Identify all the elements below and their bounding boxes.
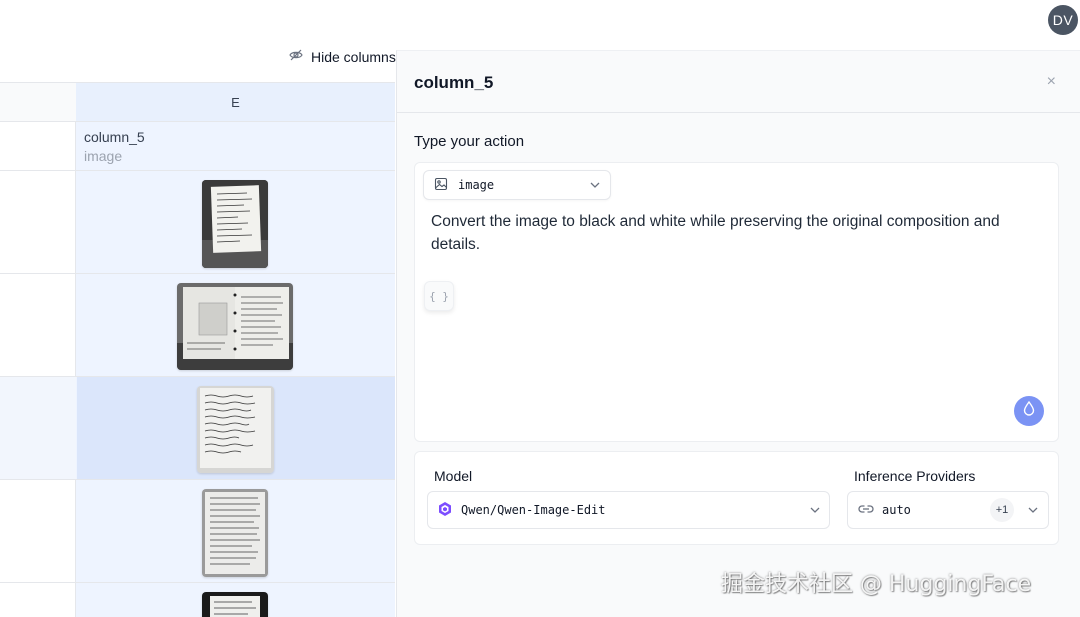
hide-columns-button[interactable]: Hide columns bbox=[289, 48, 396, 65]
user-avatar[interactable]: DV bbox=[1048, 5, 1078, 35]
qwen-logo-icon bbox=[437, 501, 453, 520]
column-name-row: column_5 image bbox=[0, 122, 395, 171]
table-row[interactable] bbox=[0, 377, 395, 480]
table-row[interactable] bbox=[0, 583, 395, 617]
panel-title: column_5 bbox=[414, 73, 494, 92]
extra-providers-badge: +1 bbox=[990, 498, 1014, 522]
column-name[interactable]: column_5 bbox=[84, 129, 145, 145]
table-row[interactable] bbox=[0, 274, 395, 377]
link-icon bbox=[858, 503, 874, 517]
run-button[interactable] bbox=[1014, 396, 1044, 426]
eye-off-icon bbox=[289, 48, 303, 65]
column-config-panel: column_5 × Type your action image Conver… bbox=[396, 50, 1080, 617]
image-thumbnail[interactable] bbox=[177, 283, 293, 370]
table-row[interactable] bbox=[0, 171, 395, 274]
table-row[interactable] bbox=[0, 480, 395, 583]
prompt-textarea[interactable]: Convert the image to black and white whi… bbox=[431, 210, 1041, 256]
provider-value: auto bbox=[882, 503, 911, 517]
data-grid: E column_5 image bbox=[0, 82, 395, 617]
drop-icon bbox=[1023, 400, 1035, 421]
hide-columns-label: Hide columns bbox=[311, 48, 396, 65]
model-select[interactable]: Qwen/Qwen-Image-Edit bbox=[427, 491, 830, 529]
output-type-value: image bbox=[458, 178, 495, 192]
panel-header: column_5 × bbox=[397, 51, 1080, 113]
grid-header: E bbox=[0, 82, 395, 122]
provider-select[interactable]: auto +1 bbox=[847, 491, 1049, 529]
close-icon[interactable]: × bbox=[1047, 73, 1056, 91]
header-cell-e[interactable]: E bbox=[76, 83, 395, 121]
column-type: image bbox=[84, 148, 123, 164]
chevron-down-icon bbox=[1028, 505, 1038, 516]
model-settings: Model Inference Providers Qwen/Qwen-Imag… bbox=[414, 451, 1059, 545]
action-label: Type your action bbox=[414, 133, 525, 150]
chevron-down-icon bbox=[590, 180, 600, 191]
watermark: 掘金技术社区 @ HuggingFace bbox=[721, 572, 1032, 597]
model-label: Model bbox=[434, 468, 473, 484]
chevron-down-icon bbox=[810, 505, 820, 516]
image-thumbnail[interactable] bbox=[202, 592, 268, 617]
providers-label: Inference Providers bbox=[854, 468, 976, 484]
image-thumbnail[interactable] bbox=[197, 386, 274, 473]
action-editor: image Convert the image to black and whi… bbox=[414, 162, 1059, 442]
image-thumbnail[interactable] bbox=[202, 489, 268, 577]
insert-variable-button[interactable]: { } bbox=[424, 281, 454, 311]
image-thumbnail[interactable] bbox=[202, 180, 268, 268]
output-type-select[interactable]: image bbox=[423, 170, 611, 200]
image-icon bbox=[434, 177, 448, 194]
header-cell-left[interactable] bbox=[0, 83, 76, 121]
model-value: Qwen/Qwen-Image-Edit bbox=[461, 503, 606, 517]
